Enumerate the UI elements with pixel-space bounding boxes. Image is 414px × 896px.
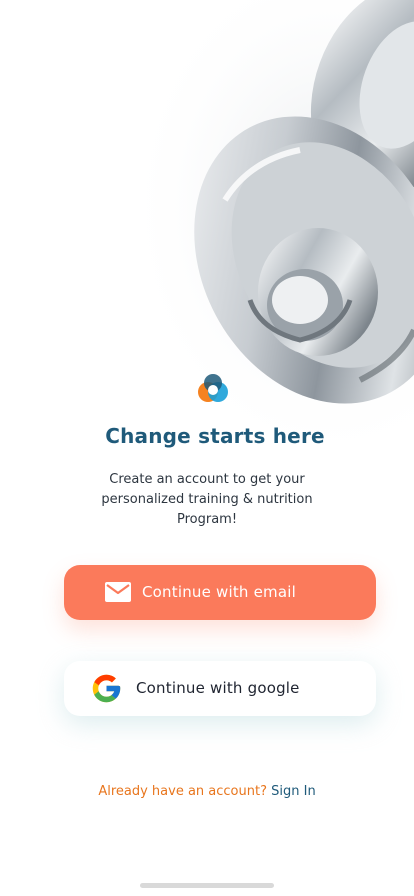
subtitle-text: Create an account to get your personaliz… — [101, 472, 313, 527]
signin-prompt-row: Already have an account? Sign In — [0, 782, 414, 802]
home-indicator[interactable] — [140, 883, 274, 888]
google-button-label: Continue with google — [136, 679, 300, 697]
page-title: Change starts here — [105, 424, 325, 448]
google-icon — [92, 674, 121, 703]
continue-with-google-button[interactable]: Continue with google — [64, 661, 376, 716]
continue-with-email-button[interactable]: Continue with email — [64, 565, 376, 620]
sign-in-link[interactable]: Sign In — [271, 784, 316, 799]
email-button-label: Continue with email — [142, 583, 296, 601]
app-logo-icon — [198, 374, 228, 402]
mail-icon — [105, 582, 131, 602]
signin-prompt-text: Already have an account? — [98, 784, 267, 799]
